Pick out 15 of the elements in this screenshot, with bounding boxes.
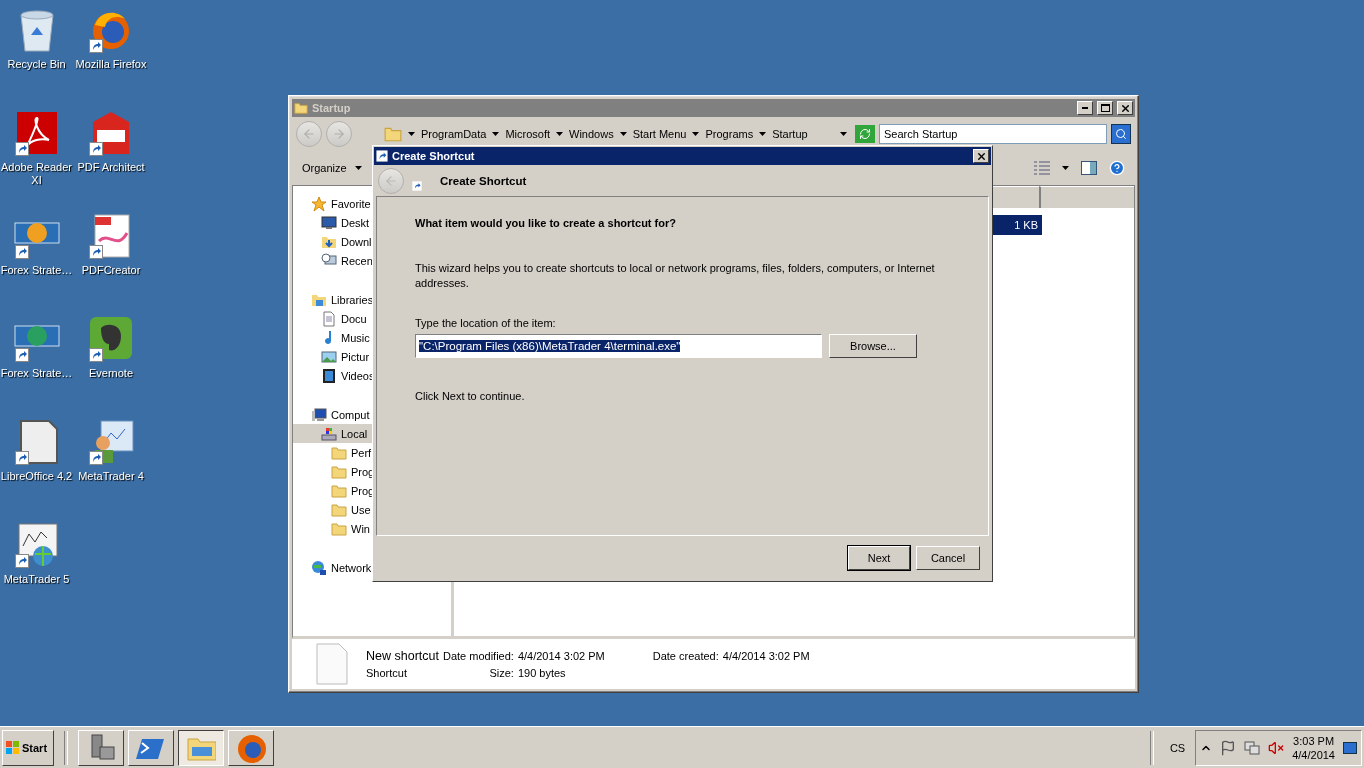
wizard-hint: Click Next to continue. [415,390,526,402]
detail-value: 4/4/2014 3:02 PM [722,650,810,662]
field-label: Type the location of the item: [415,317,557,329]
wizard-question: What item would you like to create a shortcut for? [415,217,677,229]
window-title: Startup [312,102,352,114]
detail-label: Date created: [652,650,719,662]
detail-value: 190 bytes [517,667,567,679]
dialog-title: Create Shortcut [392,150,476,162]
wizard-description: This wizard helps you to create shortcuts to local or network programs, files, folders, computers, or Internet addresses. [415,261,936,291]
file-name: New shortcut [366,649,439,663]
detail-value: 4/4/2014 3:02 PM [517,650,605,662]
file-type: Shortcut [366,667,408,679]
detail-label: Date modified: [442,650,514,662]
wizard-heading: Create Shortcut [440,174,527,187]
detail-label: Size: [489,667,514,679]
